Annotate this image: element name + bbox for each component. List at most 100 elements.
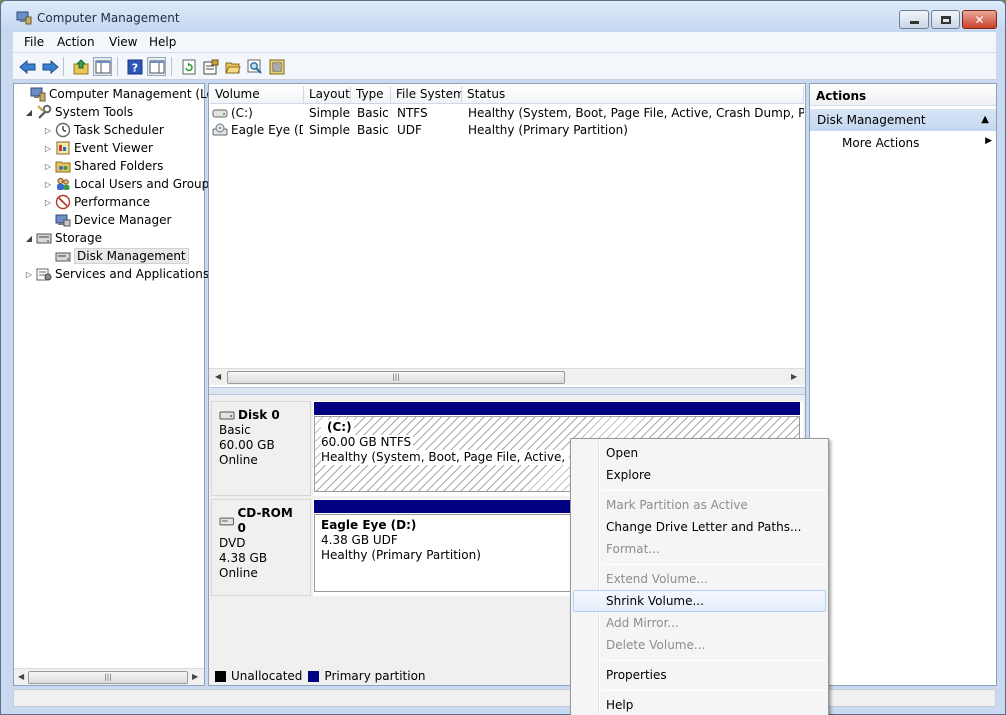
menu-extend-volume[interactable]: Extend Volume... (573, 568, 826, 590)
column-volume[interactable]: Volume (210, 86, 304, 104)
cell-layout: Simple (309, 106, 350, 120)
more-actions-item[interactable]: More Actions ▶ (842, 136, 992, 150)
open-folder-button[interactable] (223, 57, 242, 76)
refresh-button[interactable] (179, 57, 198, 76)
disk-type: Basic (219, 423, 251, 437)
scrollbar-thumb[interactable]: ||| (227, 371, 565, 384)
pane-splitter[interactable] (209, 387, 805, 395)
minimize-icon (909, 21, 919, 24)
scroll-left-icon[interactable]: ◀ (18, 672, 24, 681)
collapse-up-icon[interactable]: ▲ (981, 109, 989, 131)
title-bar[interactable]: Computer Management ✕ (1, 1, 1005, 33)
back-button[interactable] (18, 57, 37, 76)
tree-item-disk-management[interactable]: Disk Management (43, 247, 189, 265)
show-hide-console-tree-button[interactable] (93, 57, 112, 76)
help-button[interactable]: ? (125, 57, 144, 76)
expand-arrow-icon[interactable]: ▷ (43, 198, 53, 207)
scroll-left-icon[interactable]: ◀ (215, 372, 221, 381)
actions-section-disk-management[interactable]: Disk Management ▲ (810, 109, 996, 131)
menu-file[interactable]: File (20, 34, 48, 50)
scroll-right-icon[interactable]: ▶ (192, 672, 198, 681)
tree-item-storage[interactable]: ◢ Storage (24, 229, 102, 247)
disk-size: 60.00 GB (219, 438, 275, 452)
expand-arrow-icon[interactable]: ▷ (43, 144, 53, 153)
show-hide-action-pane-button[interactable] (147, 57, 166, 76)
search-icon (247, 59, 262, 74)
search-button[interactable] (245, 57, 264, 76)
actions-header: Actions (810, 86, 996, 106)
tree-horizontal-scrollbar[interactable]: ◀ ||| ▶ (14, 668, 204, 685)
menu-explore[interactable]: Explore (573, 464, 826, 486)
forward-button[interactable] (40, 57, 59, 76)
menu-change-drive-letter[interactable]: Change Drive Letter and Paths... (573, 516, 826, 538)
expand-arrow-icon[interactable]: ▷ (43, 126, 53, 135)
primary-partition-swatch (308, 670, 320, 682)
tree-item-services-and-applications[interactable]: ▷ Services and Applications (24, 265, 209, 283)
submenu-arrow-icon: ▶ (985, 136, 992, 146)
tree-item-local-users-and-groups[interactable]: ▷ Local Users and Groups (43, 175, 216, 193)
disk-0-label[interactable]: Disk 0 Basic 60.00 GB Online (211, 401, 311, 496)
menu-format[interactable]: Format... (573, 538, 826, 560)
volume-list-horizontal-scrollbar[interactable]: ◀ ||| ▶ (209, 368, 805, 385)
menu-open[interactable]: Open (573, 442, 826, 464)
scroll-right-icon[interactable]: ▶ (791, 372, 797, 381)
cell-file-system: UDF (397, 123, 422, 137)
menu-delete-volume[interactable]: Delete Volume... (573, 634, 826, 656)
tree-item-label: System Tools (55, 105, 134, 119)
menu-action[interactable]: Action (53, 34, 99, 50)
column-status[interactable]: Status (462, 86, 804, 104)
performance-icon (55, 194, 71, 210)
tree-item-shared-folders[interactable]: ▷ Shared Folders (43, 157, 163, 175)
computer-management-window: Computer Management ✕ File Action View H… (0, 0, 1006, 715)
forward-arrow-icon (42, 59, 59, 74)
show-hide-console-tree-icon (95, 60, 110, 73)
column-file-system[interactable]: File System (391, 86, 462, 104)
collapse-arrow-icon[interactable]: ◢ (24, 108, 34, 117)
expand-arrow-icon[interactable]: ▷ (43, 180, 53, 189)
close-icon: ✕ (974, 12, 985, 27)
close-button[interactable]: ✕ (962, 10, 997, 29)
cd-rom-0-label[interactable]: CD-ROM 0 DVD 4.38 GB Online (211, 499, 311, 596)
up-folder-icon (73, 58, 88, 74)
properties-button[interactable] (201, 57, 220, 76)
menu-view[interactable]: View (105, 34, 141, 50)
scrollbar-thumb[interactable]: ||| (28, 671, 188, 684)
window-title: Computer Management (37, 11, 180, 25)
up-one-level-button[interactable] (71, 57, 90, 76)
menu-shrink-volume[interactable]: Shrink Volume... (573, 590, 826, 612)
tree-item-task-scheduler[interactable]: ▷ Task Scheduler (43, 121, 164, 139)
cell-volume: (C:) (231, 106, 253, 120)
tree-item-event-viewer[interactable]: ▷ Event Viewer (43, 139, 153, 157)
refresh-icon (182, 59, 195, 74)
menu-add-mirror[interactable]: Add Mirror... (573, 612, 826, 634)
settings-button[interactable] (267, 57, 286, 76)
column-layout[interactable]: Layout (304, 86, 351, 104)
menu-properties[interactable]: Properties (573, 664, 826, 686)
expand-arrow-icon[interactable]: ▷ (43, 162, 53, 171)
primary-partition-bar (314, 402, 800, 415)
properties-icon (203, 59, 218, 74)
menu-help[interactable]: Help (145, 34, 180, 50)
tree-item-label: Local Users and Groups (74, 177, 216, 191)
tree-item-device-manager[interactable]: Device Manager (43, 211, 171, 229)
users-icon (57, 177, 70, 190)
expand-arrow-icon[interactable]: ▷ (24, 270, 34, 279)
settings-icon (269, 59, 284, 74)
more-actions-label: More Actions (842, 136, 920, 150)
disk-name: CD-ROM 0 (237, 506, 293, 535)
tree-item-performance[interactable]: ▷ Performance (43, 193, 150, 211)
tree-item-computer-management[interactable]: Computer Management (Local (18, 85, 231, 103)
menu-help[interactable]: Help (573, 694, 826, 715)
column-type[interactable]: Type (351, 86, 391, 104)
collapse-arrow-icon[interactable]: ◢ (24, 234, 34, 243)
cell-file-system: NTFS (397, 106, 428, 120)
cd-rom-icon (219, 517, 234, 526)
minimize-button[interactable] (899, 10, 929, 29)
legend-label: Primary partition (324, 669, 426, 683)
tree-item-system-tools[interactable]: ◢ System Tools (24, 103, 133, 121)
maximize-button[interactable] (931, 10, 960, 29)
menu-separator (601, 660, 826, 661)
menu-separator (601, 690, 826, 691)
menu-mark-partition-active[interactable]: Mark Partition as Active (573, 494, 826, 516)
clock-icon (55, 122, 71, 138)
